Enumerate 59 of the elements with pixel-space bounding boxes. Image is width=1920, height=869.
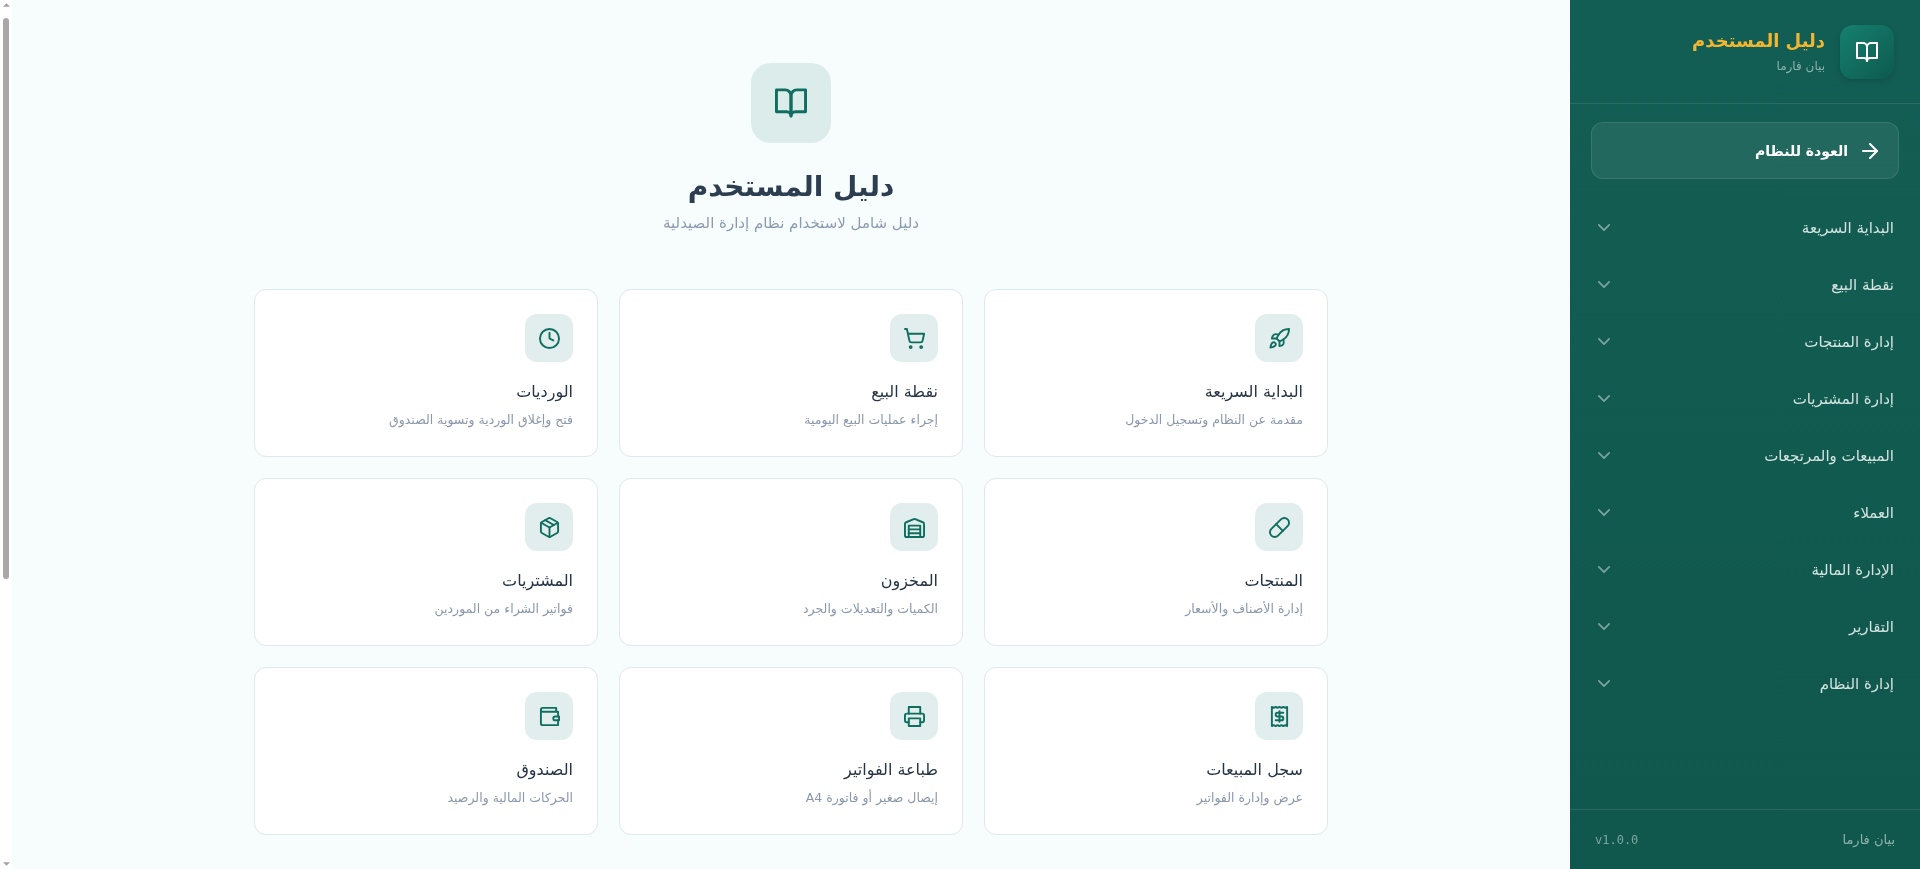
nav-item[interactable]: نقطة البيع	[1570, 256, 1920, 313]
guide-card[interactable]: الورديات فتح وإغلاق الوردية وتسوية الصندوق	[254, 289, 598, 457]
scrollbar-thumb[interactable]	[3, 18, 9, 579]
sidebar-subtitle: بيان فارما	[1775, 58, 1825, 75]
card-description: الحركات المالية والرصيد	[447, 789, 573, 808]
card-title: نقطة البيع	[871, 381, 938, 404]
guide-card[interactable]: سجل المبيعات عرض وإدارة الفواتير	[984, 667, 1328, 835]
card-description: إجراء عمليات البيع اليومية	[804, 411, 938, 430]
nav-item[interactable]: الإدارة المالية	[1570, 541, 1920, 598]
guide-card[interactable]: الصندوق الحركات المالية والرصيد	[254, 667, 598, 835]
card-description: إيصال صغير أو فاتورة A4	[805, 788, 938, 808]
guide-card[interactable]: المشتريات فواتير الشراء من الموردين	[254, 478, 598, 646]
nav-item[interactable]: إدارة المنتجات	[1570, 313, 1920, 370]
card-title: سجل المبيعات	[1206, 759, 1303, 781]
nav-item[interactable]: العملاء	[1570, 484, 1920, 541]
card-title: المشتريات	[502, 570, 573, 593]
page-title: دليل المستخدم	[687, 169, 895, 205]
guide-card[interactable]: المخزون الكميات والتعديلات والجرد	[619, 478, 963, 646]
wallet-icon	[525, 692, 573, 740]
back-button[interactable]: العودة للنظام	[1591, 122, 1899, 179]
card-description: الكميات والتعديلات والجرد	[803, 600, 938, 619]
warehouse-icon	[890, 503, 938, 551]
card-description: عرض وإدارة الفواتير	[1196, 789, 1303, 808]
card-description: فتح وإغلاق الوردية وتسوية الصندوق	[389, 411, 573, 430]
version-label: v1.0.0	[1595, 832, 1639, 847]
guide-card[interactable]: نقطة البيع إجراء عمليات البيع اليومية	[619, 289, 963, 457]
card-title: البداية السريعة	[1204, 381, 1303, 404]
scroll-up-icon[interactable]	[2, 3, 10, 7]
nav-item[interactable]: إدارة النظام	[1570, 655, 1920, 712]
receipt-icon	[1255, 692, 1303, 740]
card-title: الورديات	[516, 381, 573, 404]
guide-card[interactable]: البداية السريعة مقدمة عن النظام وتسجيل الدخول	[984, 289, 1328, 457]
card-title: طباعة الفواتير	[844, 759, 938, 782]
nav-item[interactable]: المبيعات والمرتجعات	[1570, 427, 1920, 484]
book-icon	[1840, 25, 1894, 79]
guide-card[interactable]: المنتجات إدارة الأصناف والأسعار	[984, 478, 1328, 646]
card-title: الصندوق	[516, 759, 573, 782]
guide-card[interactable]: طباعة الفواتير إيصال صغير أو فاتورة A4	[619, 667, 963, 835]
page-subtitle: دليل شامل لاستخدام نظام إدارة الصيدلية	[663, 213, 919, 234]
card-description: إدارة الأصناف والأسعار	[1185, 600, 1303, 619]
rocket-icon	[1255, 314, 1303, 362]
scrollbar[interactable]	[0, 0, 12, 869]
clock-icon	[525, 314, 573, 362]
package-icon	[525, 503, 573, 551]
sidebar-title: دليل المستخدم	[1692, 29, 1825, 53]
nav-item[interactable]: إدارة المشتريات	[1570, 370, 1920, 427]
arrow-right-icon	[1862, 142, 1878, 159]
card-title: المنتجات	[1244, 570, 1303, 592]
scroll-down-icon[interactable]	[2, 862, 10, 866]
pill-icon	[1255, 503, 1303, 551]
nav-item[interactable]: البداية السريعة	[1570, 199, 1920, 256]
card-description: فواتير الشراء من الموردين	[434, 600, 573, 619]
book-icon	[751, 63, 831, 143]
printer-icon	[890, 692, 938, 740]
card-description: مقدمة عن النظام وتسجيل الدخول	[1125, 411, 1303, 430]
card-title: المخزون	[880, 570, 938, 593]
footer-brand: بيان فارما	[1842, 832, 1895, 847]
cart-icon	[890, 314, 938, 362]
nav-item[interactable]: التقارير	[1570, 598, 1920, 655]
